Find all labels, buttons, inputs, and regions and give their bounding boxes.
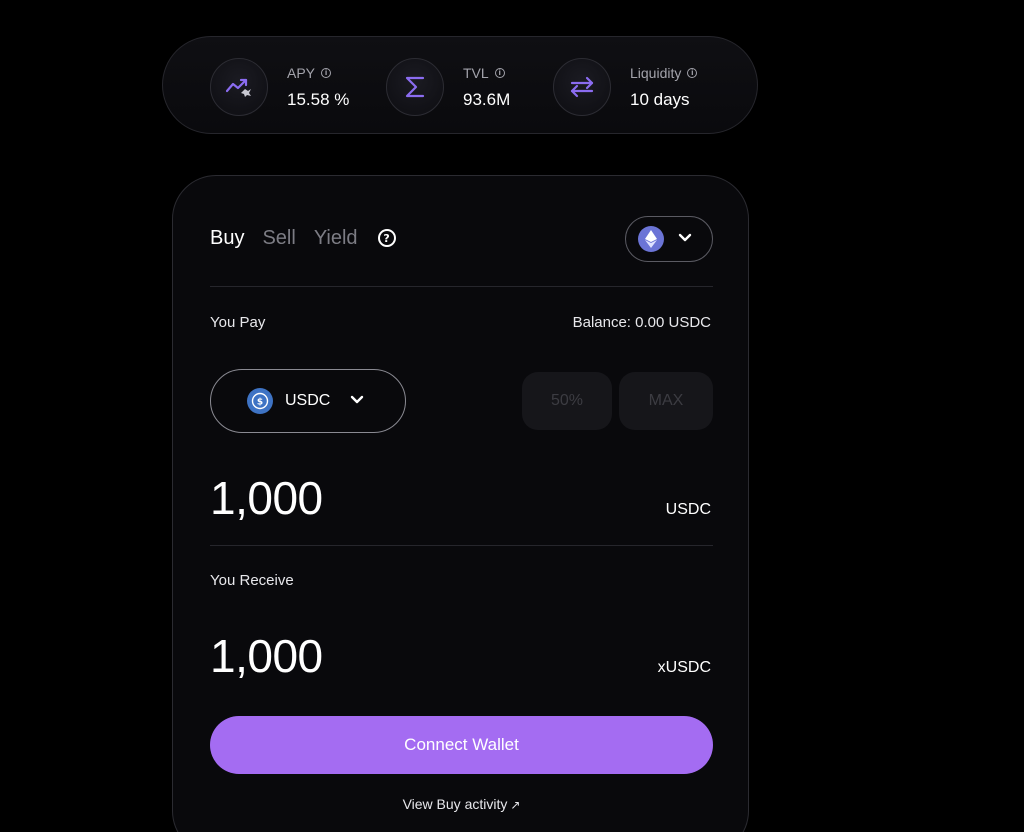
view-activity-link[interactable]: View Buy activity ↗ [403,796,521,812]
balance-text: Balance: 0.00 USDC [572,314,711,331]
divider [210,286,713,287]
info-icon[interactable]: i [687,68,698,78]
view-activity-label: View Buy activity [402,796,508,812]
sigma-icon [386,58,444,116]
swap-arrows-icon [553,58,611,116]
connect-wallet-button[interactable]: Connect Wallet [210,716,713,774]
fifty-percent-button[interactable]: 50% [522,372,612,430]
stat-label: APY [287,65,316,81]
tab-sell[interactable]: Sell [262,226,295,250]
tab-yield[interactable]: Yield [314,226,358,250]
receive-amount: 1,000 [210,630,323,682]
chevron-down-icon [350,392,364,410]
stat-label: Liquidity [630,65,682,81]
info-icon[interactable]: i [321,68,332,78]
pay-amount-input[interactable]: 1,000 [210,472,323,524]
stat-value: 93.6M [463,90,511,109]
swap-card: Buy Sell Yield ? You Pay Balance: 0.00 U… [172,175,749,832]
stat-tvl: TVL i 93.6M [386,57,510,117]
receive-unit: xUSDC [657,659,711,676]
usdc-icon: $ [247,388,273,414]
ethereum-icon [638,226,664,252]
max-button[interactable]: MAX [619,372,713,430]
arrow-up-right-icon: ↗ [510,798,521,812]
chevron-down-icon [678,230,692,248]
page-root: APY i 15.58 % TVL i 93.6M Liquidity i 10… [0,0,1024,832]
stat-apy: APY i 15.58 % [210,57,349,117]
trend-up-icon [210,58,268,116]
divider [210,545,713,546]
stat-liquidity: Liquidity i 10 days [553,57,698,117]
stat-value: 15.58 % [287,90,350,109]
stats-bar: APY i 15.58 % TVL i 93.6M Liquidity i 10… [162,36,758,134]
tab-buy[interactable]: Buy [210,226,244,250]
svg-text:$: $ [257,398,263,408]
tab-bar: Buy Sell Yield ? [210,226,396,250]
stat-value: 10 days [630,90,690,109]
activity-row: View Buy activity ↗ [173,794,750,815]
pay-unit: USDC [665,501,711,518]
chain-selector[interactable] [625,216,713,262]
you-receive-label: You Receive [210,572,294,589]
stat-label: TVL [463,65,489,81]
token-selector[interactable]: $ USDC [210,369,406,433]
token-name: USDC [285,392,331,409]
you-pay-label: You Pay [210,314,266,331]
help-icon[interactable]: ? [377,229,396,247]
info-icon[interactable]: i [494,68,505,78]
